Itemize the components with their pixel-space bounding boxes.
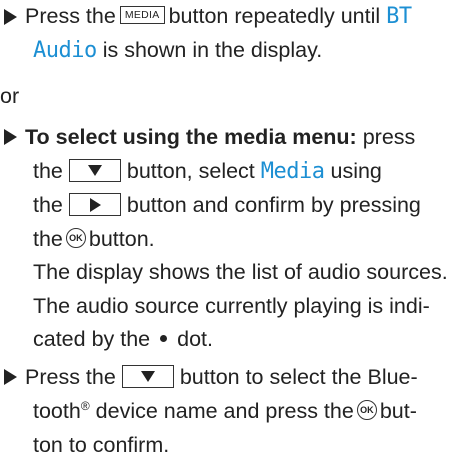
step2-result2: The audio source currently playing is in… <box>33 294 430 318</box>
step-arrow-icon <box>4 129 17 145</box>
step2-line1: To select using the media menu: press <box>25 125 416 149</box>
step-arrow-icon <box>4 369 17 385</box>
display-text-audio: Audio <box>33 38 97 63</box>
step3-line1: Press the button to select the Blue- <box>25 364 418 389</box>
step3-line2: tooth® device name and press the OK but- <box>33 398 417 423</box>
registered-mark: ® <box>80 398 90 413</box>
display-text-media: Media <box>260 159 325 184</box>
down-arrow-key-icon <box>121 364 174 388</box>
step2-result3: cated by the dot. <box>33 327 214 351</box>
display-text-bt: BT <box>386 4 412 29</box>
step2-line4: the OK button. <box>33 227 155 251</box>
step2-line3: the button and confirm by pressing <box>33 192 421 217</box>
step1-line2: Audio is shown in the display. <box>33 38 323 63</box>
ok-button-icon: OK <box>65 228 86 249</box>
step-arrow-icon <box>4 9 17 25</box>
media-key-icon: MEDIA <box>119 6 165 25</box>
down-arrow-key-icon <box>68 158 121 182</box>
step1-line1: Press the MEDIA button repeatedly until BT <box>25 4 412 29</box>
bullet-dot-icon <box>160 334 168 342</box>
step3-line3: ton to confirm. <box>33 433 170 457</box>
ok-button-icon: OK <box>356 400 377 421</box>
step2-line2: the button, select Media using <box>33 158 382 184</box>
step2-result1: The display shows the list of audio sour… <box>33 260 448 284</box>
instruction-page: Press the MEDIA button repeatedly until BT… <box>0 0 470 461</box>
right-arrow-key-icon <box>68 192 121 216</box>
or-separator: or <box>0 84 20 108</box>
